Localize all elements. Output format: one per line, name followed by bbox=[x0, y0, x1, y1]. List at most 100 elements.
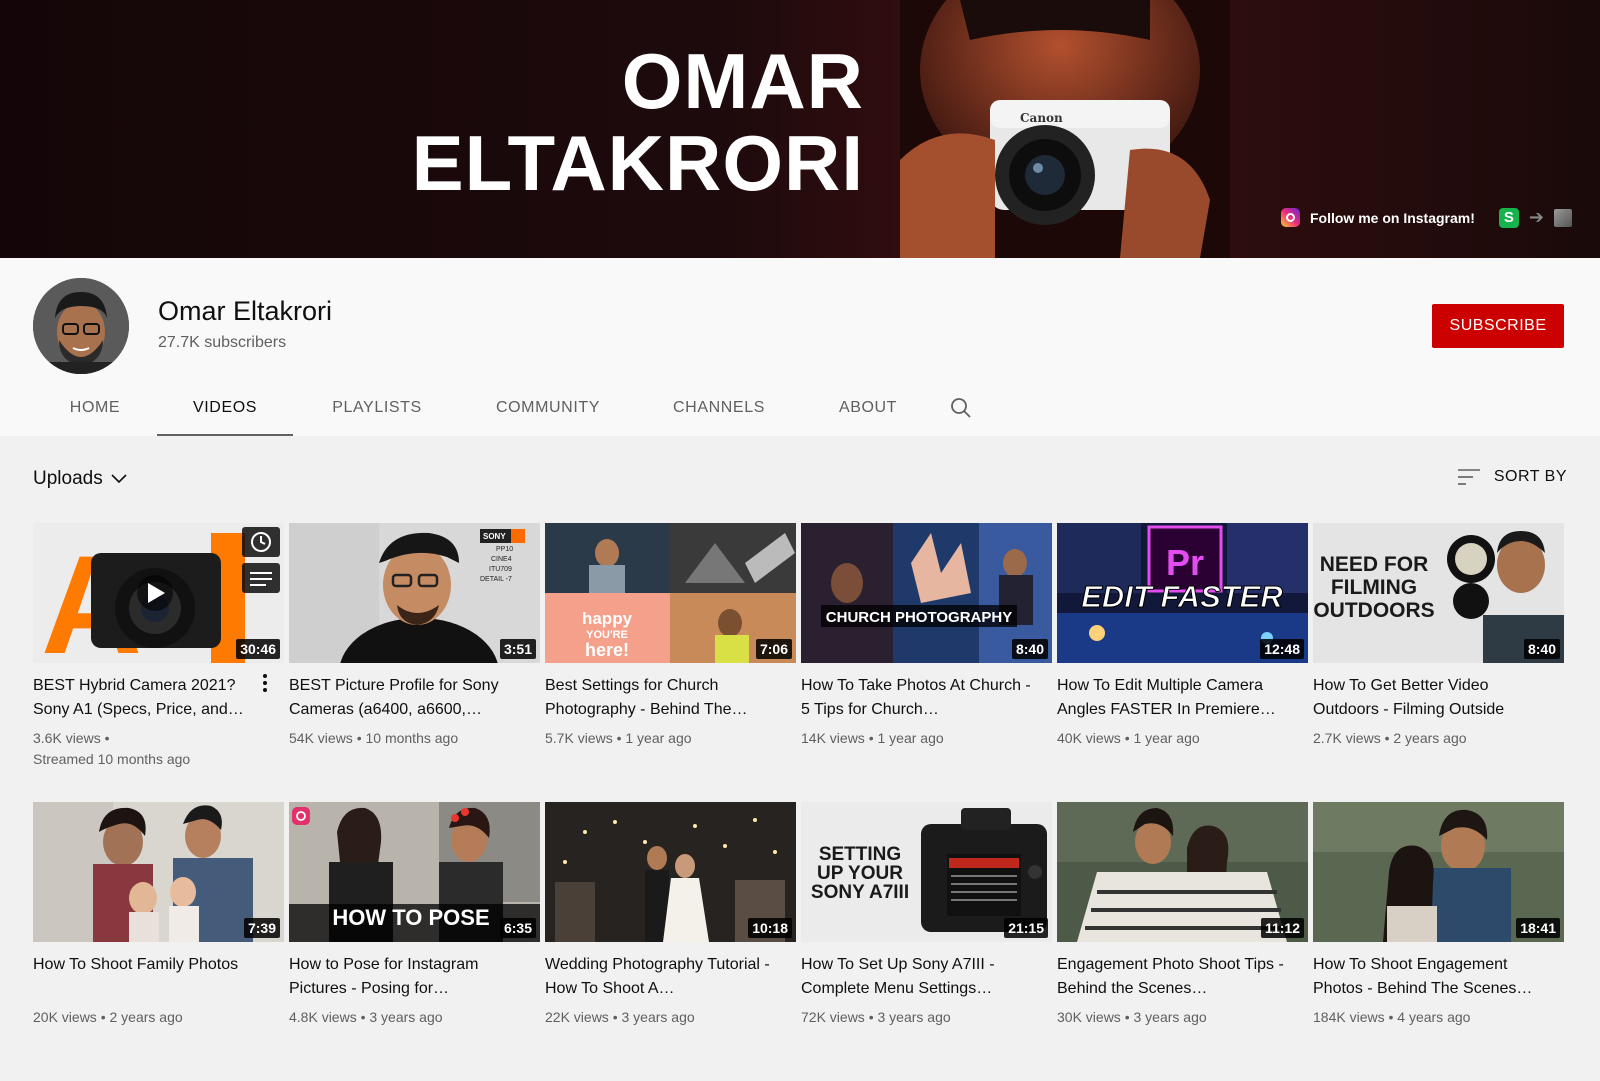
video-thumbnail[interactable]: CHURCH PHOTOGRAPHY 8:40 bbox=[801, 523, 1052, 663]
video-card[interactable]: Pr EDIT FASTER 12:48 How To Edit Multipl… bbox=[1057, 523, 1308, 802]
s-app-icon[interactable]: S bbox=[1498, 207, 1519, 228]
video-thumbnail[interactable]: 18:41 bbox=[1313, 802, 1564, 942]
video-card[interactable]: 18:41 How To Shoot Engagement Photos - B… bbox=[1313, 802, 1564, 1081]
tab-community[interactable]: COMMUNITY bbox=[461, 380, 635, 436]
tab-channels[interactable]: CHANNELS bbox=[635, 380, 803, 436]
svg-text:SETTING: SETTING bbox=[819, 844, 901, 865]
video-title[interactable]: How To Take Photos At Church - 5 Tips fo… bbox=[801, 674, 1039, 722]
video-meta: 30K views • 3 years ago bbox=[1057, 1007, 1297, 1028]
svg-text:here!: here! bbox=[585, 640, 629, 660]
video-card[interactable]: A 30:46 BEST Hybrid Camera 2021? Sony A1… bbox=[33, 523, 284, 802]
video-title[interactable]: BEST Hybrid Camera 2021? Sony A1 (Specs,… bbox=[33, 674, 271, 722]
chevron-down-icon bbox=[111, 474, 127, 484]
search-icon bbox=[951, 398, 971, 418]
svg-text:ITU709: ITU709 bbox=[489, 566, 512, 573]
svg-text:CINE4: CINE4 bbox=[491, 556, 512, 563]
video-meta: 54K views • 10 months ago bbox=[289, 728, 529, 749]
svg-text:UP YOUR: UP YOUR bbox=[817, 863, 903, 884]
video-views: 2.7K views • 2 years ago bbox=[1313, 730, 1467, 746]
instagram-icon[interactable] bbox=[1281, 208, 1300, 227]
video-thumbnail[interactable]: SONY PP10 CINE4 ITU709 DETAIL -7 3:51 bbox=[289, 523, 540, 663]
tab-home[interactable]: HOME bbox=[33, 380, 157, 436]
video-thumbnail[interactable]: 10:18 bbox=[545, 802, 796, 942]
sort-by-label: SORT BY bbox=[1493, 468, 1567, 485]
video-title[interactable]: How To Edit Multiple Camera Angles FASTE… bbox=[1057, 674, 1295, 722]
video-title[interactable]: How To Shoot Family Photos bbox=[33, 953, 271, 1001]
video-duration: 12:48 bbox=[1260, 639, 1304, 659]
video-views: 3.6K views • bbox=[33, 730, 110, 746]
video-title[interactable]: Wedding Photography Tutorial - How To Sh… bbox=[545, 953, 783, 1001]
svg-text:FILMING: FILMING bbox=[1331, 576, 1417, 599]
video-card[interactable]: SETTING UP YOUR SONY A7III 21:15 How To … bbox=[801, 802, 1052, 1081]
more-options-icon[interactable] bbox=[255, 671, 275, 695]
video-views: 14K views • 1 year ago bbox=[801, 730, 944, 746]
banner-links: Follow me on Instagram! S ➔ bbox=[1281, 207, 1572, 228]
svg-text:HOW TO POSE: HOW TO POSE bbox=[332, 905, 489, 930]
video-card[interactable]: HOW TO POSE 6:35 How to Pose for Instagr… bbox=[289, 802, 540, 1081]
svg-text:DETAIL -7: DETAIL -7 bbox=[480, 576, 512, 583]
video-meta: 22K views • 3 years ago bbox=[545, 1007, 785, 1028]
banner-instagram-link[interactable]: Follow me on Instagram! bbox=[1310, 210, 1475, 226]
sort-by-button[interactable]: SORT BY bbox=[1457, 468, 1567, 486]
uploads-dropdown[interactable]: Uploads bbox=[33, 468, 127, 490]
video-thumbnail[interactable]: NEED FOR FILMING OUTDOORS 8:40 bbox=[1313, 523, 1564, 663]
video-thumbnail[interactable]: Pr EDIT FASTER 12:48 bbox=[1057, 523, 1308, 663]
video-meta: 20K views • 2 years ago bbox=[33, 1007, 273, 1028]
video-streamed-date: Streamed 10 months ago bbox=[33, 751, 191, 767]
svg-text:SONY A7III: SONY A7III bbox=[811, 882, 909, 903]
video-card[interactable]: NEED FOR FILMING OUTDOORS 8:40 How To Ge… bbox=[1313, 523, 1564, 802]
video-thumbnail[interactable]: 11:12 bbox=[1057, 802, 1308, 942]
channel-title: Omar Eltakrori bbox=[158, 296, 333, 326]
video-title[interactable]: How To Shoot Engagement Photos - Behind … bbox=[1313, 953, 1551, 1001]
video-meta: 2.7K views • 2 years ago bbox=[1313, 728, 1553, 749]
tab-about[interactable]: ABOUT bbox=[803, 380, 933, 436]
channel-tabs: HOME VIDEOS PLAYLISTS COMMUNITY CHANNELS… bbox=[33, 380, 989, 436]
video-card[interactable]: CHURCH PHOTOGRAPHY 8:40 How To Take Phot… bbox=[801, 523, 1052, 802]
svg-text:NEED FOR: NEED FOR bbox=[1320, 553, 1429, 576]
svg-text:PP10: PP10 bbox=[496, 546, 513, 553]
video-card[interactable]: 10:18 Wedding Photography Tutorial - How… bbox=[545, 802, 796, 1081]
banner-name-line2: ELTAKRORI bbox=[411, 119, 864, 207]
video-title[interactable]: Best Settings for Church Photography - B… bbox=[545, 674, 783, 722]
subscribe-button[interactable]: SUBSCRIBE bbox=[1432, 304, 1564, 348]
channel-search-button[interactable] bbox=[933, 380, 989, 436]
svg-text:Canon: Canon bbox=[1020, 111, 1063, 125]
video-meta: 4.8K views • 3 years ago bbox=[289, 1007, 529, 1028]
video-views: 5.7K views • 1 year ago bbox=[545, 730, 692, 746]
channel-avatar[interactable] bbox=[33, 278, 129, 374]
video-thumbnail[interactable]: 7:39 bbox=[33, 802, 284, 942]
video-title[interactable]: BEST Picture Profile for Sony Cameras (a… bbox=[289, 674, 527, 722]
video-meta: 40K views • 1 year ago bbox=[1057, 728, 1297, 749]
banner-photographer-image: Canon bbox=[900, 0, 1230, 258]
video-title[interactable]: Engagement Photo Shoot Tips - Behind the… bbox=[1057, 953, 1295, 1001]
video-thumbnail[interactable]: SETTING UP YOUR SONY A7III 21:15 bbox=[801, 802, 1052, 942]
svg-text:OUTDOORS: OUTDOORS bbox=[1313, 599, 1434, 622]
video-card[interactable]: 7:39 How To Shoot Family Photos 20K view… bbox=[33, 802, 284, 1081]
video-duration: 8:40 bbox=[1011, 639, 1048, 659]
arrow-right-icon[interactable]: ➔ bbox=[1529, 207, 1544, 228]
video-title[interactable]: How To Get Better Video Outdoors - Filmi… bbox=[1313, 674, 1551, 722]
video-card[interactable]: SONY PP10 CINE4 ITU709 DETAIL -7 3:51 BE… bbox=[289, 523, 540, 802]
video-title[interactable]: How to Pose for Instagram Pictures - Pos… bbox=[289, 953, 527, 1001]
video-thumbnail[interactable]: happy YOU'RE here! 7:06 bbox=[545, 523, 796, 663]
video-card[interactable]: 11:12 Engagement Photo Shoot Tips - Behi… bbox=[1057, 802, 1308, 1081]
uploads-label: Uploads bbox=[33, 468, 103, 489]
channel-header: Omar Eltakrori 27.7K subscribers SUBSCRI… bbox=[0, 258, 1600, 436]
video-views: 184K views • 4 years ago bbox=[1313, 1009, 1471, 1025]
tab-videos[interactable]: VIDEOS bbox=[157, 380, 293, 436]
video-duration: 6:35 bbox=[499, 918, 536, 938]
video-grid: A 30:46 BEST Hybrid Camera 2021? Sony A1… bbox=[33, 523, 1569, 1081]
banner-channel-name: OMAR ELTAKRORI bbox=[412, 40, 864, 204]
cube-icon[interactable] bbox=[1554, 208, 1572, 227]
tab-playlists[interactable]: PLAYLISTS bbox=[293, 380, 461, 436]
video-thumbnail[interactable]: HOW TO POSE 6:35 bbox=[289, 802, 540, 942]
video-card[interactable]: happy YOU'RE here! 7:06 Best Settings fo… bbox=[545, 523, 796, 802]
video-views: 30K views • 3 years ago bbox=[1057, 1009, 1207, 1025]
video-meta: 3.6K views • Streamed 10 months ago bbox=[33, 728, 273, 770]
video-meta: 72K views • 3 years ago bbox=[801, 1007, 1041, 1028]
video-thumbnail[interactable]: A 30:46 bbox=[33, 523, 284, 663]
banner-name-line1: OMAR bbox=[621, 37, 864, 125]
video-views: 40K views • 1 year ago bbox=[1057, 730, 1200, 746]
video-title[interactable]: How To Set Up Sony A7III - Complete Menu… bbox=[801, 953, 1039, 1001]
video-duration: 7:39 bbox=[243, 918, 280, 938]
